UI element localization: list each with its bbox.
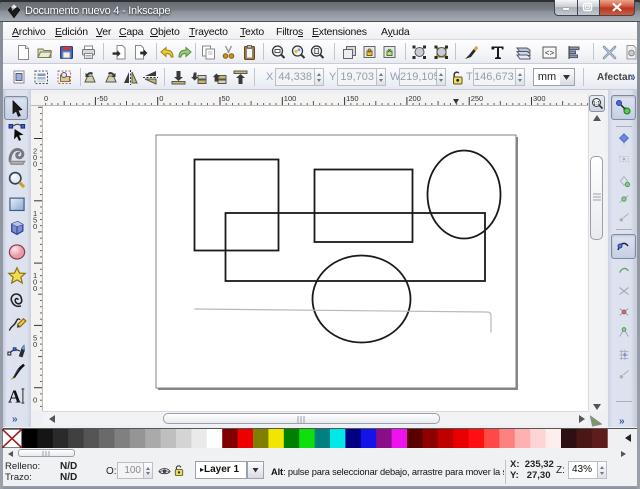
svg-text:200: 200	[408, 94, 421, 103]
svg-text:A: A	[8, 386, 21, 406]
svg-text:<>: <>	[545, 49, 555, 58]
svg-text:100: 100	[284, 94, 297, 103]
svg-text:250: 250	[471, 94, 484, 103]
svg-text:300: 300	[533, 94, 546, 103]
svg-text:0: 0	[33, 222, 37, 231]
svg-text:0: 0	[159, 94, 163, 103]
svg-text:0: 0	[33, 396, 37, 405]
svg-text:0: 0	[44, 94, 48, 103]
svg-text:150: 150	[346, 94, 359, 103]
svg-text:0: 0	[33, 284, 37, 293]
svg-text:-50: -50	[97, 94, 108, 103]
svg-text:0: 0	[33, 340, 37, 349]
svg-text:50: 50	[222, 94, 230, 103]
svg-text:0: 0	[33, 160, 37, 169]
